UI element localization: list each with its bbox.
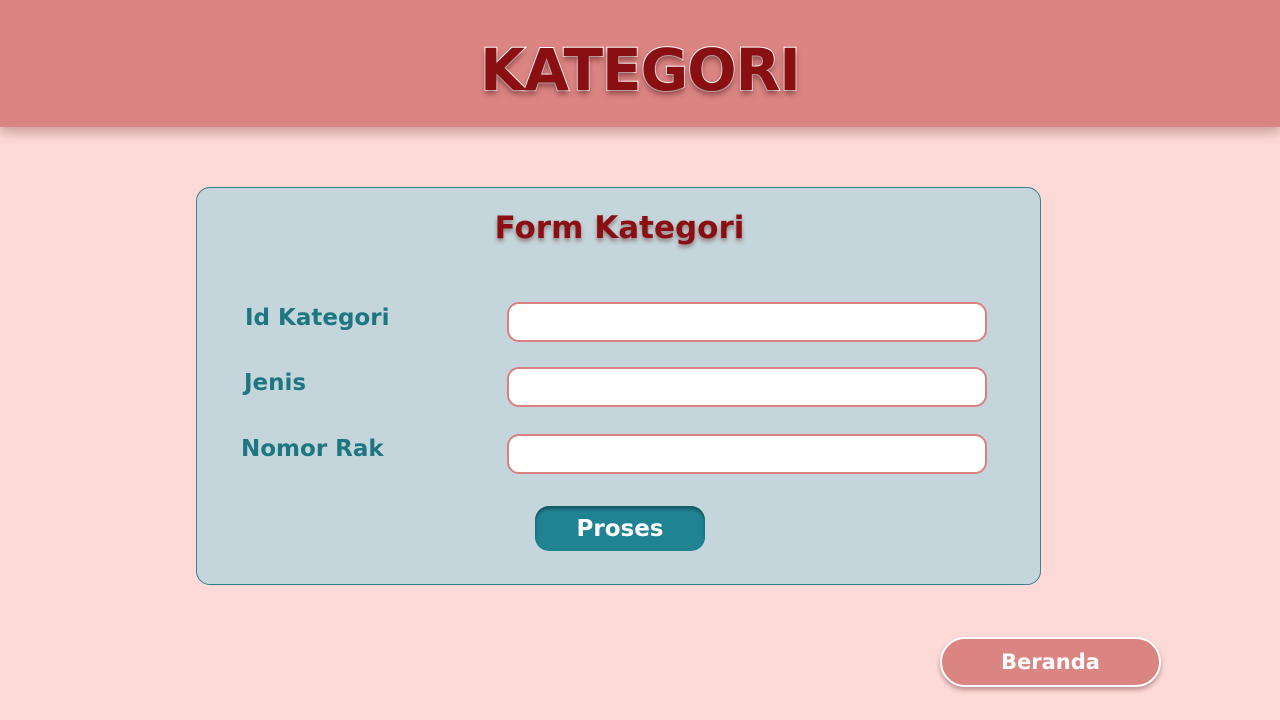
form-title: Form Kategori — [494, 210, 745, 246]
category-form: Form Kategori Id Kategori Jenis Nomor Ra… — [196, 187, 1041, 585]
nomor-rak-input[interactable] — [507, 434, 987, 474]
page-title: KATEGORI — [479, 35, 802, 105]
nomor-rak-label: Nomor Rak — [241, 436, 384, 462]
beranda-button[interactable]: Beranda — [940, 637, 1161, 687]
id-kategori-input[interactable] — [507, 302, 987, 342]
jenis-label: Jenis — [244, 370, 307, 396]
jenis-input[interactable] — [507, 367, 987, 407]
proses-button[interactable]: Proses — [535, 506, 705, 551]
id-kategori-label: Id Kategori — [245, 305, 390, 331]
page-header: KATEGORI — [0, 0, 1280, 127]
